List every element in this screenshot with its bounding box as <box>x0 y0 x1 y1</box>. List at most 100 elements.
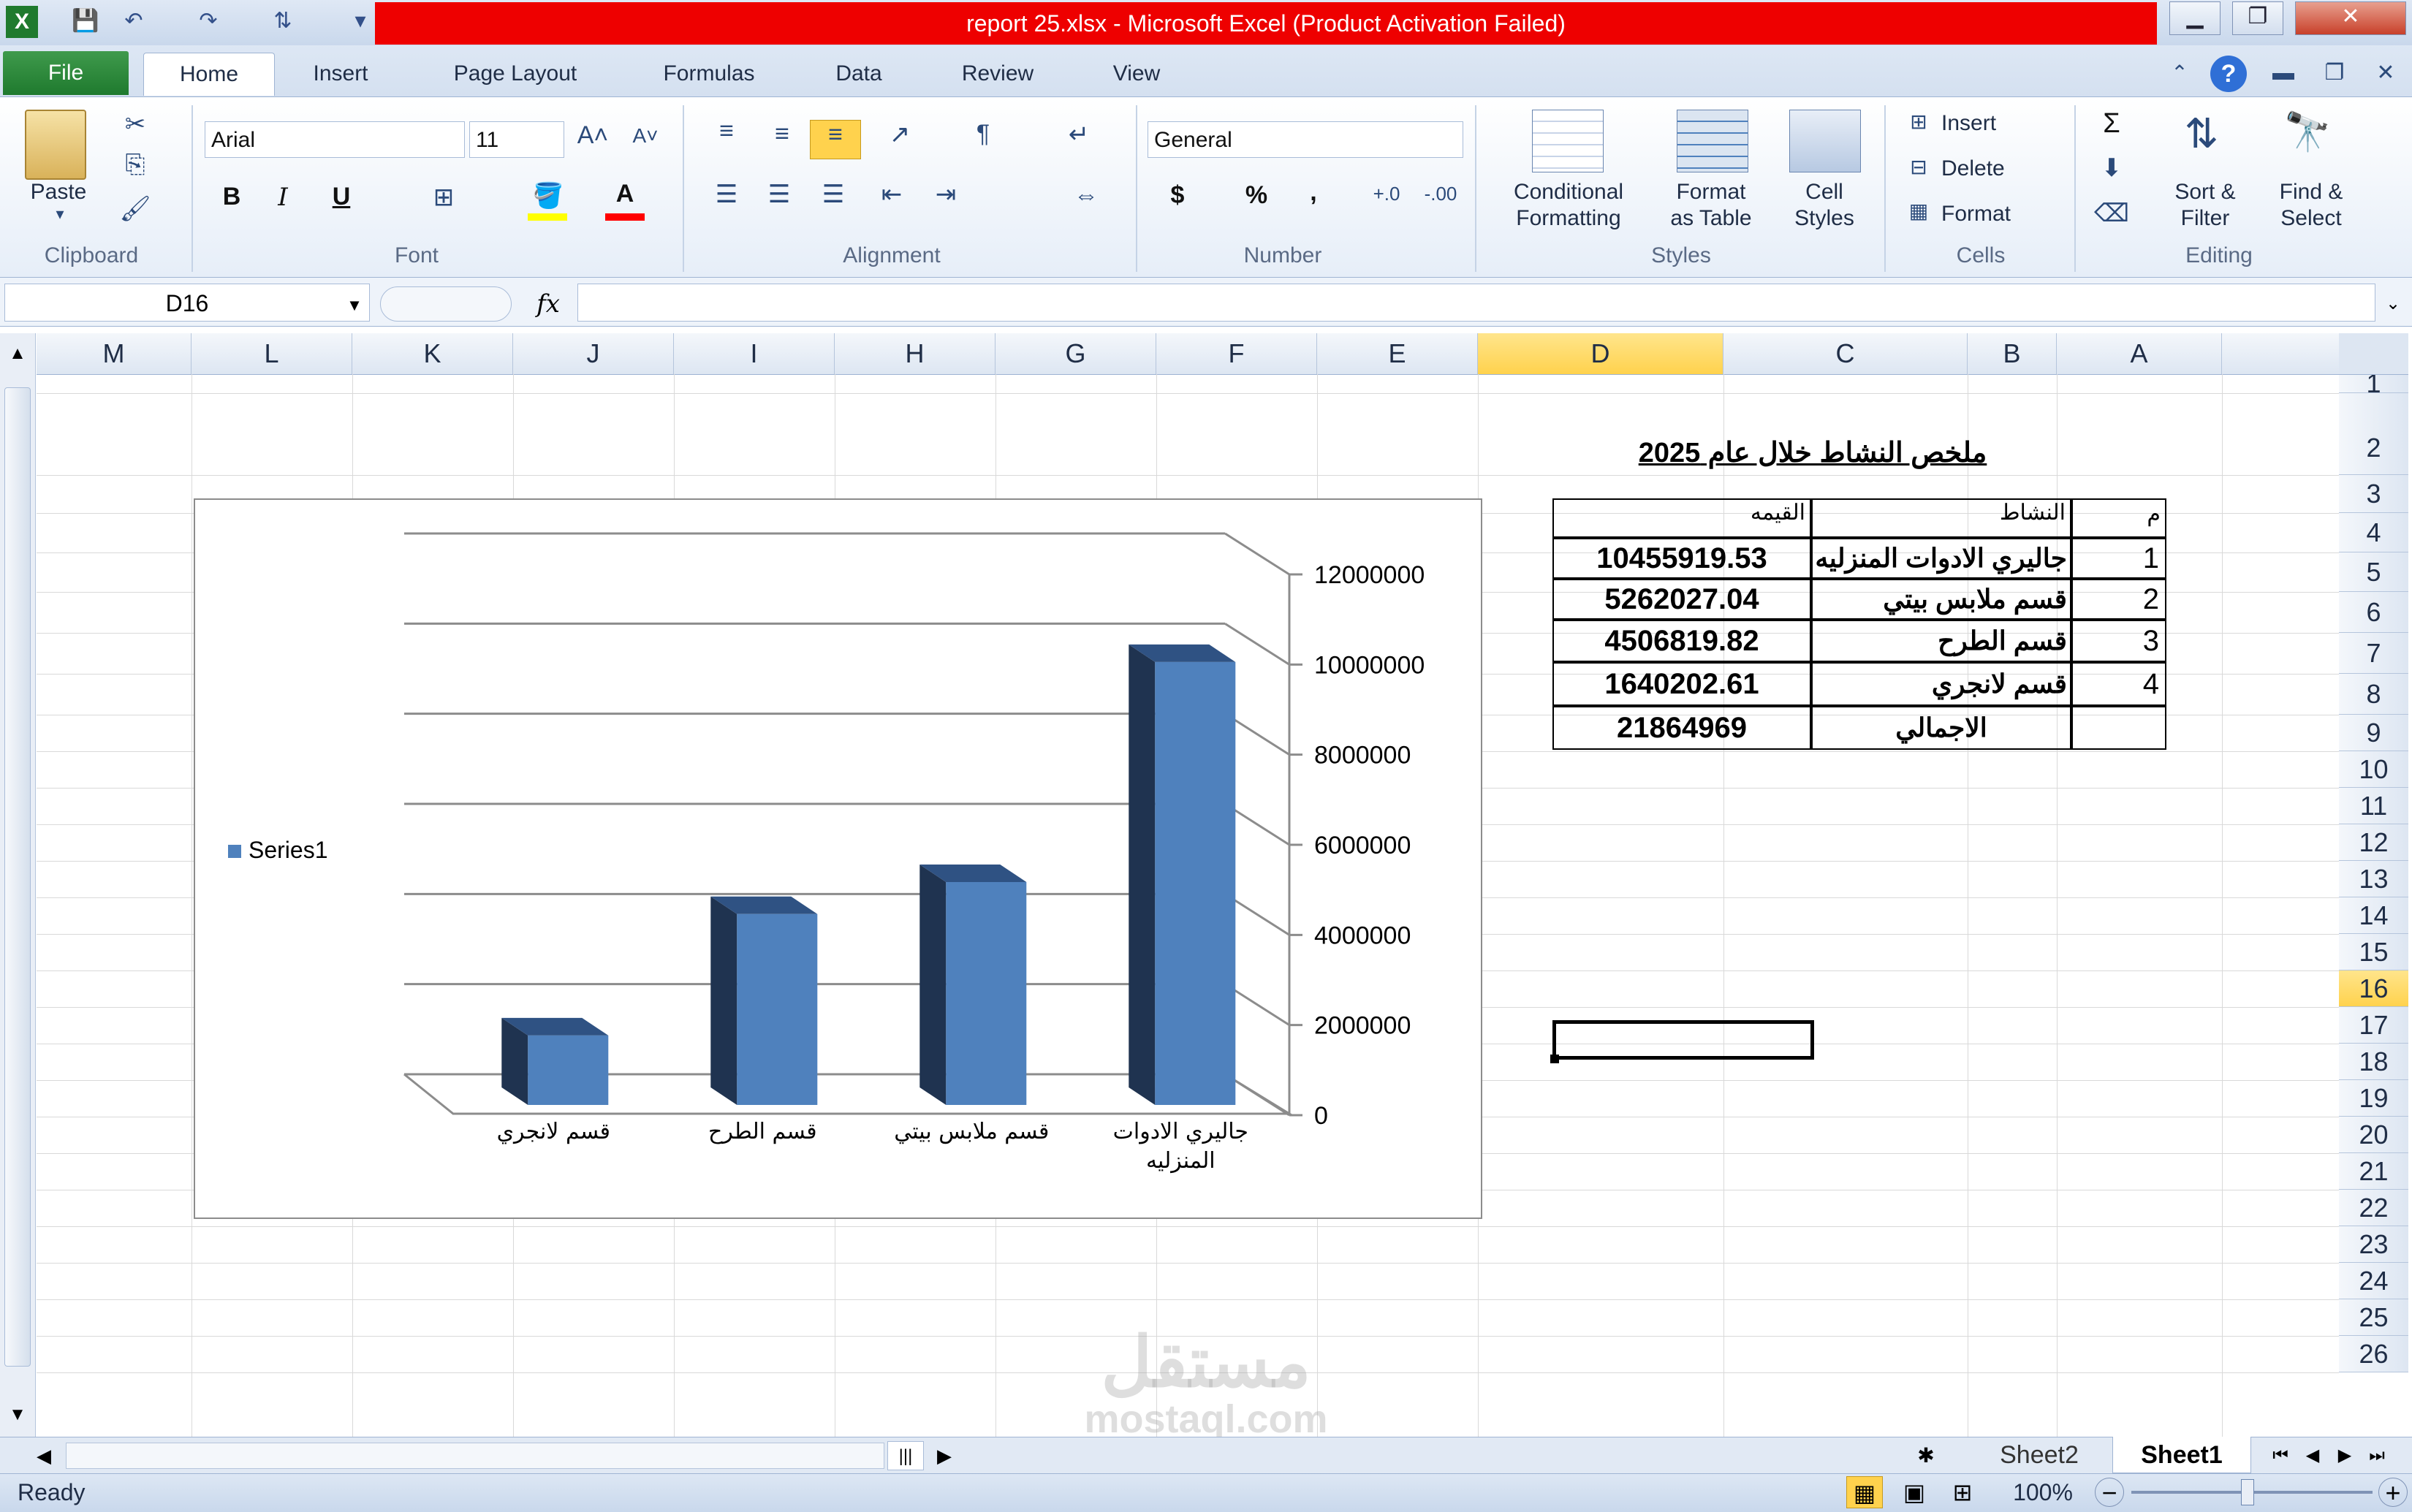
bar-chart[interactable]: 0 2000000 4000000 6000000 8000000 10000000 120… <box>194 498 1482 1219</box>
align-middle-icon[interactable]: ≡ <box>760 120 804 148</box>
conditional-formatting-icon[interactable] <box>1532 110 1604 172</box>
paste-icon[interactable] <box>25 110 86 180</box>
horizontal-scrollbar[interactable] <box>66 1443 884 1469</box>
wrap-text-icon[interactable]: ↵ <box>1057 120 1101 149</box>
bold-button[interactable]: B <box>213 183 250 211</box>
insert-sheet-icon[interactable]: ✱ <box>1908 1441 1944 1470</box>
format-cells-icon[interactable]: ▦ <box>1900 199 1937 223</box>
page-layout-view-icon[interactable]: ▣ <box>1896 1476 1933 1508</box>
row-header-6[interactable]: 6 <box>2339 592 2408 633</box>
format-as-table-icon[interactable] <box>1677 110 1748 172</box>
prev-sheet-icon[interactable]: ◀ <box>2298 1441 2327 1470</box>
cell-styles-icon[interactable] <box>1789 110 1861 172</box>
normal-view-icon[interactable]: ▦ <box>1846 1476 1883 1508</box>
increase-indent-icon[interactable]: ⇥ <box>924 180 968 209</box>
delete-cells-button[interactable]: Delete <box>1941 156 2005 181</box>
fill-handle[interactable] <box>1550 1055 1559 1063</box>
save-icon[interactable]: 💾 <box>69 4 102 38</box>
align-bottom-icon[interactable]: ≡ <box>810 120 861 159</box>
help-icon[interactable]: ? <box>2210 56 2247 92</box>
row-header-11[interactable]: 11 <box>2339 788 2408 824</box>
ribbon-restore-icon[interactable]: ❐ <box>2313 57 2356 89</box>
font-color-icon[interactable]: A <box>605 180 645 208</box>
horizontal-scroll-thumb[interactable]: ||| <box>887 1441 924 1470</box>
redo-icon[interactable]: ↷ <box>191 4 225 38</box>
zoom-level[interactable]: 100% <box>2003 1473 2083 1511</box>
sort-filter-button[interactable]: Sort & <box>2158 180 2253 205</box>
format-painter-icon[interactable]: 🖌 <box>117 194 153 224</box>
format-as-table-button[interactable]: Format <box>1649 180 1773 205</box>
sheet-tab-sheet1[interactable]: Sheet1 <box>2112 1437 2251 1473</box>
column-header-k[interactable]: K <box>352 333 513 374</box>
rtl-direction-icon[interactable]: ¶ <box>957 120 1009 148</box>
zoom-in-button[interactable]: + <box>2378 1478 2408 1508</box>
autosum-icon[interactable]: Σ <box>2093 108 2130 140</box>
close-button[interactable]: ✕ <box>2295 1 2406 35</box>
clear-icon[interactable]: ⌫ <box>2093 199 2130 228</box>
cell-styles-button[interactable]: Cell <box>1773 180 1876 205</box>
first-sheet-icon[interactable]: ⏮ <box>2266 1441 2295 1470</box>
paste-dropdown-icon[interactable]: ▾ <box>45 205 75 224</box>
column-header-m[interactable]: M <box>37 333 191 374</box>
insert-function-button[interactable]: fx <box>526 286 570 322</box>
tab-review[interactable]: Review <box>936 53 1060 95</box>
tab-insert[interactable]: Insert <box>289 53 392 95</box>
column-header-d[interactable]: D <box>1478 333 1723 374</box>
sheet-tab-sheet2[interactable]: Sheet2 <box>1973 1437 2105 1473</box>
column-header-j[interactable]: J <box>513 333 674 374</box>
page-break-view-icon[interactable]: ⊞ <box>1944 1476 1981 1508</box>
comma-button[interactable]: , <box>1295 178 1332 207</box>
row-header-16[interactable]: 16 <box>2339 970 2408 1007</box>
row-header-22[interactable]: 22 <box>2339 1190 2408 1226</box>
row-header-4[interactable]: 4 <box>2339 513 2408 552</box>
tab-page-layout[interactable]: Page Layout <box>424 53 607 95</box>
hscroll-left-icon[interactable]: ◀ <box>29 1441 58 1470</box>
formula-bar-resize-handle[interactable] <box>380 286 512 322</box>
row-header-12[interactable]: 12 <box>2339 824 2408 861</box>
row-header-23[interactable]: 23 <box>2339 1226 2408 1263</box>
name-box-dropdown-icon[interactable]: ▼ <box>344 289 365 322</box>
column-header-i[interactable]: I <box>674 333 835 374</box>
column-header-c[interactable]: C <box>1723 333 1968 374</box>
grow-font-icon[interactable]: A˄ <box>574 121 611 150</box>
row-header-2[interactable]: 2 <box>2339 393 2408 475</box>
borders-icon[interactable]: ⊞ <box>425 183 462 212</box>
fill-icon[interactable]: ⬇ <box>2093 153 2130 183</box>
column-header-a[interactable]: A <box>2057 333 2222 374</box>
tab-formulas[interactable]: Formulas <box>636 53 782 95</box>
undo-icon[interactable]: ↶ <box>117 4 151 38</box>
name-box[interactable]: D16 <box>4 284 370 322</box>
row-header-10[interactable]: 10 <box>2339 751 2408 788</box>
paste-button[interactable]: Paste <box>15 180 102 205</box>
percent-button[interactable]: % <box>1238 181 1275 210</box>
minimize-button[interactable]: ▁ <box>2169 1 2221 35</box>
collapse-ribbon-icon[interactable]: ⌃ <box>2163 57 2196 89</box>
conditional-formatting-button[interactable]: Conditional <box>1488 180 1649 205</box>
merge-center-icon[interactable]: ⇔ <box>1057 181 1115 210</box>
sort-filter-icon[interactable]: ⇅ <box>2172 110 2231 171</box>
next-sheet-icon[interactable]: ▶ <box>2330 1441 2359 1470</box>
active-cell-d16[interactable] <box>1552 1020 1814 1060</box>
select-all-corner[interactable] <box>2339 333 2408 375</box>
row-header-3[interactable]: 3 <box>2339 475 2408 513</box>
row-header-13[interactable]: 13 <box>2339 861 2408 897</box>
align-center-icon[interactable]: ☰ <box>757 180 801 209</box>
tab-data[interactable]: Data <box>811 53 906 95</box>
column-header-l[interactable]: L <box>191 333 352 374</box>
font-size-combo[interactable]: 11 <box>469 121 564 158</box>
decrease-indent-icon[interactable]: ⇤ <box>870 180 914 209</box>
zoom-slider-thumb[interactable] <box>2241 1479 2254 1505</box>
align-right-icon[interactable]: ☰ <box>811 180 855 209</box>
scroll-down-icon[interactable]: ▼ <box>4 1405 31 1431</box>
underline-button[interactable]: U <box>323 183 360 211</box>
align-top-icon[interactable]: ≡ <box>705 117 748 145</box>
orientation-icon[interactable]: ↗ <box>874 120 925 149</box>
italic-button[interactable]: I <box>265 183 301 212</box>
row-header-26[interactable]: 26 <box>2339 1336 2408 1372</box>
restore-button[interactable]: ❐ <box>2232 1 2283 35</box>
column-header-b[interactable]: B <box>1968 333 2057 374</box>
formula-input[interactable] <box>577 284 2375 322</box>
vertical-scroll-thumb[interactable] <box>4 387 31 1367</box>
row-header-1[interactable]: 1 <box>2339 371 2408 397</box>
decrease-decimal-icon[interactable]: -.00 <box>1415 183 1466 205</box>
